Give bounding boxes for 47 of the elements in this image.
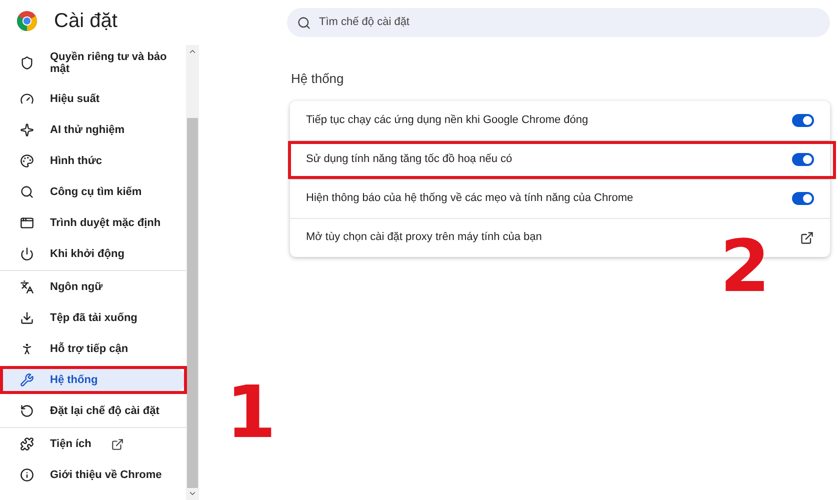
search-input[interactable]: Tìm chế độ cài đặt xyxy=(319,14,820,31)
info-icon xyxy=(20,468,34,482)
sparkle-icon xyxy=(20,123,34,137)
sidebar-item[interactable]: Công cụ tìm kiếm xyxy=(0,180,186,204)
puzzle-icon xyxy=(20,437,34,451)
sidebar-item[interactable]: Tiện ích xyxy=(0,432,186,456)
wrench-icon xyxy=(20,373,34,387)
external-link-icon xyxy=(111,438,124,450)
sidebar-item[interactable]: Hiệu suất xyxy=(0,87,186,111)
palette-icon xyxy=(20,154,34,168)
page-title: Cài đặt xyxy=(54,9,118,34)
search-icon xyxy=(297,16,311,30)
external-link-icon[interactable] xyxy=(800,230,814,244)
translate-icon xyxy=(20,280,34,294)
setting-label: Tiếp tục chạy các ứng dụng nền khi Google Chrome đóng xyxy=(306,112,590,128)
download-icon xyxy=(20,311,34,325)
setting-label: Hiện thông báo của hệ thống về các mẹo và tính năng của Chrome xyxy=(306,191,634,206)
shield-icon xyxy=(20,56,34,70)
sidebar-item[interactable]: Hỗ trợ tiếp cận xyxy=(0,337,186,361)
sidebar-item[interactable]: Hình thức xyxy=(0,149,186,173)
scroll-down-icon xyxy=(188,489,197,498)
toggle-switch[interactable] xyxy=(792,114,814,126)
person-icon xyxy=(20,342,34,356)
search-icon xyxy=(20,185,34,199)
sidebar-item[interactable]: AI thử nghiệm xyxy=(0,118,186,142)
scrollbar[interactable] xyxy=(186,45,199,500)
sidebar-item[interactable]: Ngôn ngữ xyxy=(0,275,186,299)
sidebar-item[interactable]: Khi khởi động xyxy=(0,242,186,266)
sidebar-item[interactable]: Trình duyệt mặc định xyxy=(0,211,186,235)
toggle-switch[interactable] xyxy=(792,192,814,205)
sidebar-item[interactable]: Giới thiệu về Chrome xyxy=(0,463,186,487)
step-number: 2 xyxy=(720,230,770,302)
toggle-switch[interactable] xyxy=(792,153,814,166)
reset-icon xyxy=(20,404,34,418)
sidebar-item[interactable]: Đặt lại chế độ cài đặt xyxy=(0,399,186,423)
section-title: Hệ thống xyxy=(291,70,345,88)
gauge-icon xyxy=(20,92,34,106)
sidebar-item[interactable]: Tệp đã tải xuống xyxy=(0,306,186,330)
search-field[interactable]: Tìm chế độ cài đặt xyxy=(287,8,830,37)
window-icon xyxy=(20,216,34,230)
sidebar-item[interactable]: Quyền riêng tư và bảo mật xyxy=(0,46,186,80)
setting-label: Mở tùy chọn cài đặt proxy trên máy tính của bạn xyxy=(306,230,543,246)
step-number: 1 xyxy=(226,376,276,448)
power-icon xyxy=(20,247,34,261)
scroll-up-icon xyxy=(188,47,197,56)
setting-label: Sử dụng tính năng tăng tốc đồ hoạ nếu có xyxy=(306,152,514,168)
chrome-logo-icon xyxy=(17,11,37,31)
